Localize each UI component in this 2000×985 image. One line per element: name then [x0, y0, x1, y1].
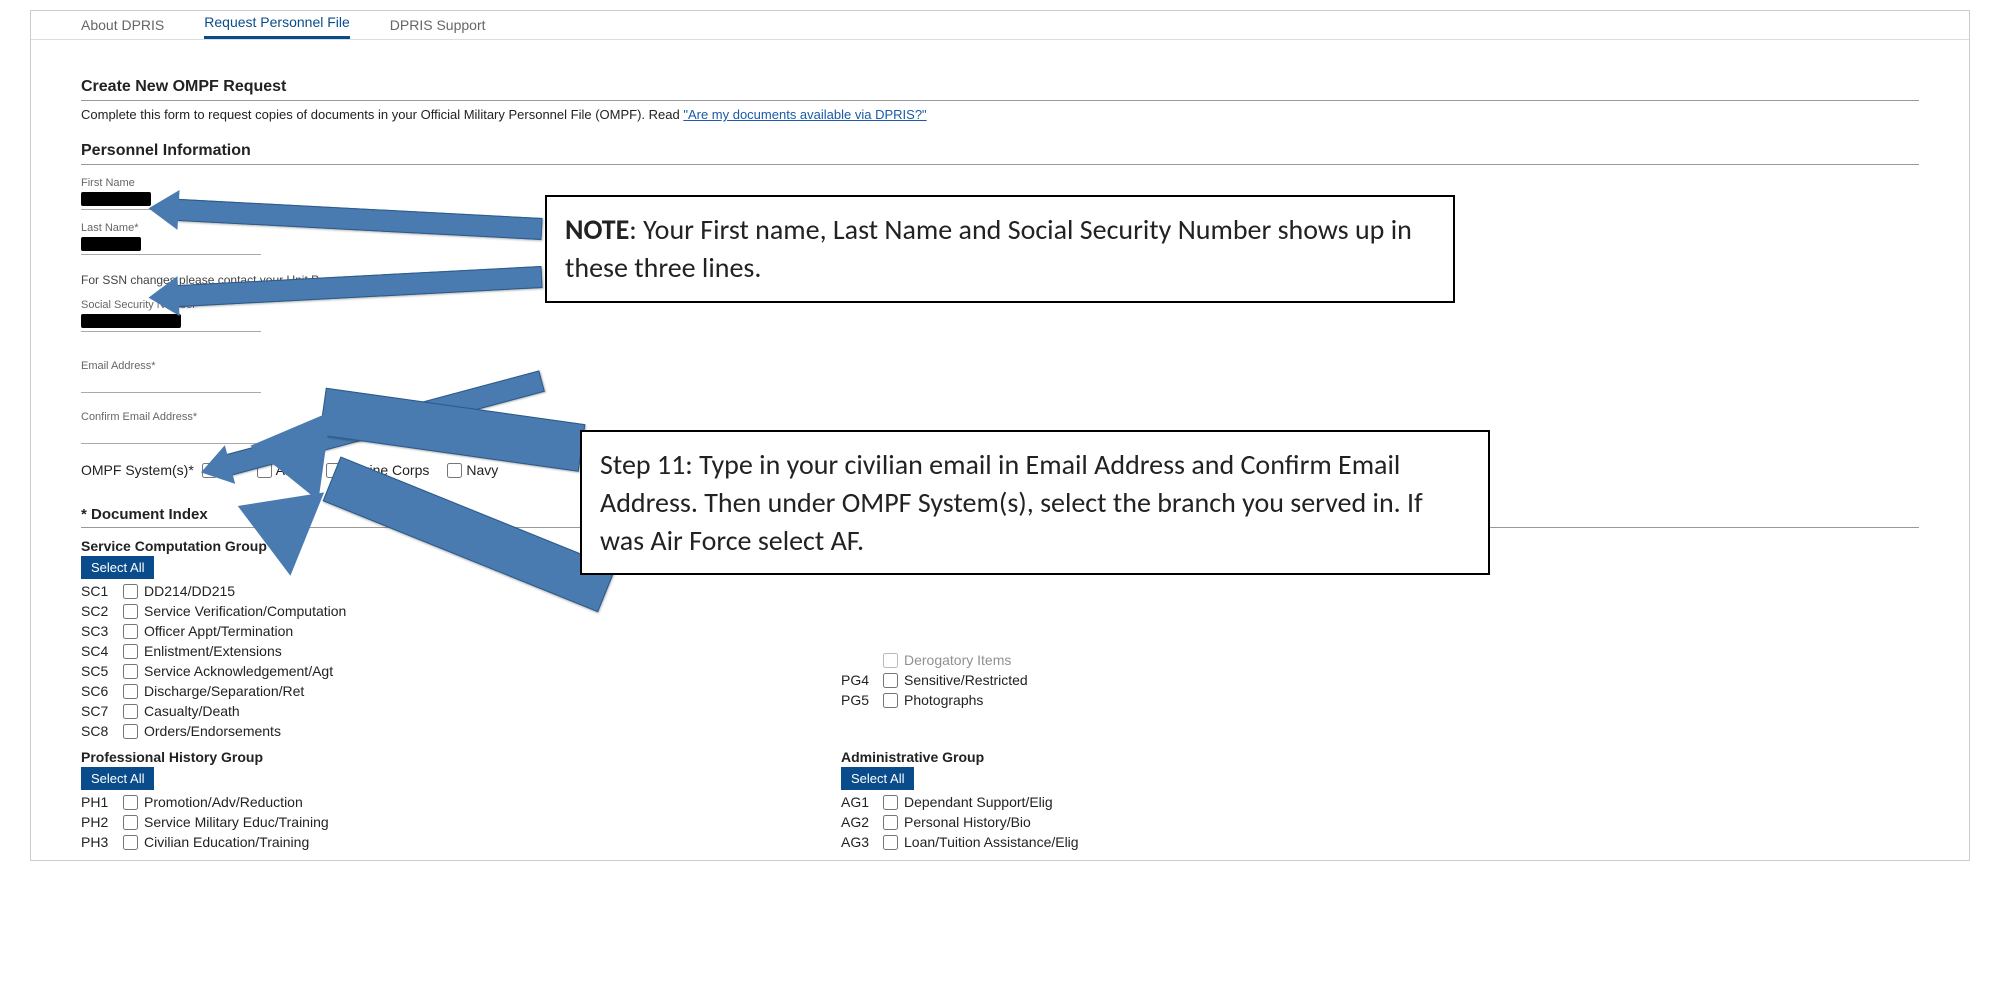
ag3-checkbox[interactable]	[883, 835, 898, 850]
ag2-row: AG2Personal History/Bio	[841, 814, 1241, 830]
sc5-row: SC5Service Acknowledgement/Agt	[81, 663, 641, 679]
ph2-row: PH2Service Military Educ/Training	[81, 814, 641, 830]
ag1-checkbox[interactable]	[883, 795, 898, 810]
tab-support[interactable]: DPRIS Support	[390, 17, 486, 39]
confirm-email-field[interactable]	[81, 423, 261, 444]
ph1-checkbox[interactable]	[123, 795, 138, 810]
pg4-row: PG4Sensitive/Restricted	[841, 672, 1241, 688]
first-name-label: First Name	[81, 177, 1919, 189]
step11-callout: Step 11: Type in your civilian email in …	[580, 430, 1490, 575]
pg5-checkbox[interactable]	[883, 693, 898, 708]
intro-text: Complete this form to request copies of …	[81, 107, 1919, 122]
administrative-group: Administrative Group Select All AG1Depen…	[841, 749, 1241, 850]
sc1-checkbox[interactable]	[123, 584, 138, 599]
ag-group-title: Administrative Group	[841, 749, 1241, 765]
sc8-row: SC8Orders/Endorsements	[81, 723, 641, 739]
ag-select-all-button[interactable]: Select All	[841, 767, 914, 790]
sc6-checkbox[interactable]	[123, 684, 138, 699]
tab-bar: About DPRIS Request Personnel File DPRIS…	[31, 11, 1969, 40]
sc-select-all-button[interactable]: Select All	[81, 556, 154, 579]
sc7-row: SC7Casualty/Death	[81, 703, 641, 719]
note-callout: NOTE: Your First name, Last Name and Soc…	[545, 195, 1455, 303]
sc4-checkbox[interactable]	[123, 644, 138, 659]
ph3-checkbox[interactable]	[123, 835, 138, 850]
ph-group-title: Professional History Group	[81, 749, 641, 765]
ph3-row: PH3Civilian Education/Training	[81, 834, 641, 850]
pg-derog-checkbox[interactable]	[883, 653, 898, 668]
pg-derog-row: Derogatory Items	[841, 652, 1241, 668]
last-name-redacted	[81, 237, 141, 251]
last-name-field[interactable]	[81, 234, 261, 255]
pg-partial-group: Derogatory Items PG4Sensitive/Restricted…	[841, 648, 1241, 739]
note-bold: NOTE	[565, 212, 629, 247]
pg4-checkbox[interactable]	[883, 673, 898, 688]
create-request-title: Create New OMPF Request	[81, 78, 1919, 101]
personnel-info-title: Personnel Information	[81, 142, 1919, 165]
sc8-checkbox[interactable]	[123, 724, 138, 739]
tab-about[interactable]: About DPRIS	[81, 17, 164, 39]
tab-request[interactable]: Request Personnel File	[204, 14, 350, 39]
sc6-row: SC6Discharge/Separation/Ret	[81, 683, 641, 699]
sc3-row: SC3Officer Appt/Termination	[81, 623, 641, 639]
branch-navy-checkbox[interactable]	[447, 463, 462, 478]
email-field[interactable]	[81, 372, 261, 393]
intro-prefix: Complete this form to request copies of …	[81, 107, 683, 122]
ag2-checkbox[interactable]	[883, 815, 898, 830]
email-label: Email Address*	[81, 360, 1919, 372]
ph2-checkbox[interactable]	[123, 815, 138, 830]
sc2-checkbox[interactable]	[123, 604, 138, 619]
first-name-redacted	[81, 192, 151, 206]
ompf-systems-label: OMPF System(s)*	[81, 462, 194, 478]
note-text: : Your First name, Last Name and Social …	[565, 212, 1412, 285]
sc2-row: SC2Service Verification/Computation	[81, 603, 641, 619]
sc5-checkbox[interactable]	[123, 664, 138, 679]
sc7-checkbox[interactable]	[123, 704, 138, 719]
document-groups-row2: Professional History Group Select All PH…	[81, 739, 1919, 850]
step11-text: Step 11: Type in your civilian email in …	[600, 447, 1423, 558]
sc4-row: SC4Enlistment/Extensions	[81, 643, 641, 659]
ph1-row: PH1Promotion/Adv/Reduction	[81, 794, 641, 810]
pg5-row: PG5Photographs	[841, 692, 1241, 708]
branch-navy[interactable]: Navy	[447, 462, 498, 478]
intro-link[interactable]: "Are my documents available via DPRIS?"	[683, 107, 926, 122]
ag3-row: AG3Loan/Tuition Assistance/Elig	[841, 834, 1241, 850]
ag1-row: AG1Dependant Support/Elig	[841, 794, 1241, 810]
professional-history-group: Professional History Group Select All PH…	[81, 749, 641, 850]
sc3-checkbox[interactable]	[123, 624, 138, 639]
ph-select-all-button[interactable]: Select All	[81, 767, 154, 790]
